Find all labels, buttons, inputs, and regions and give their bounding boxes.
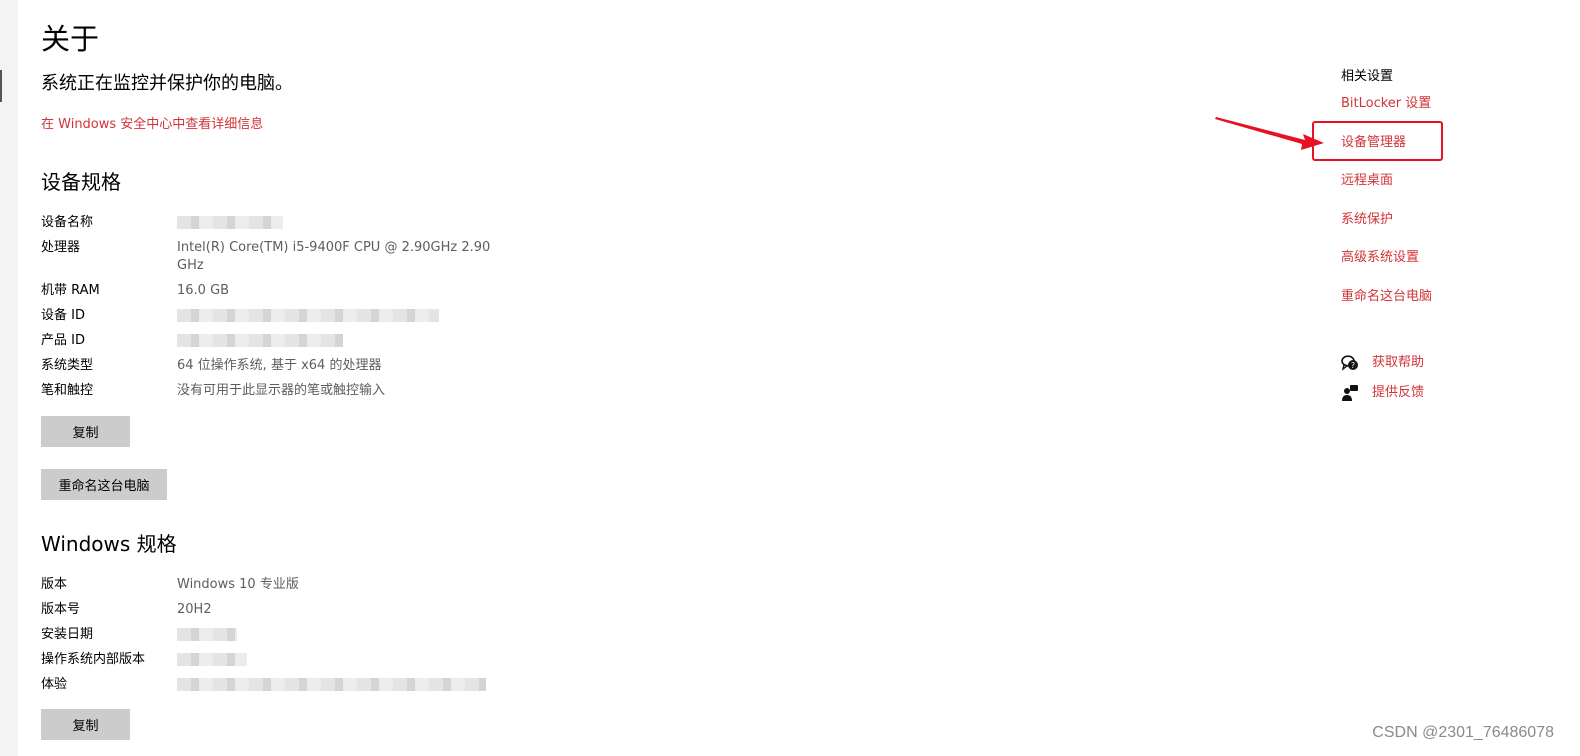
watermark-text: CSDN @2301_76486078 (1372, 724, 1554, 741)
spec-value-redacted (177, 214, 487, 232)
spec-label: 系统类型 (41, 358, 94, 373)
rename-this-pc-link[interactable]: 重命名这台电脑 (1341, 288, 1432, 306)
spec-value: 16.0 GB (177, 283, 230, 298)
spec-label: 笔和触控 (41, 383, 94, 398)
chat-help-icon: ? (1341, 355, 1358, 371)
spec-value: Windows 10 专业版 (177, 577, 299, 592)
rename-pc-button[interactable]: 重命名这台电脑 (41, 469, 167, 500)
spec-label: 产品 ID (41, 333, 85, 348)
spec-label: 体验 (41, 677, 68, 692)
advanced-system-settings-link[interactable]: 高级系统设置 (1341, 249, 1419, 267)
spec-value: Intel(R) Core(TM) i5-9400F CPU @ 2.90GHz… (177, 240, 491, 273)
spec-label: 安装日期 (41, 627, 94, 642)
remote-desktop-link[interactable]: 远程桌面 (1341, 172, 1393, 190)
security-center-link[interactable]: 在 Windows 安全中心中查看详细信息 (41, 116, 263, 134)
copy-device-specs-button[interactable]: 复制 (41, 416, 130, 447)
copy-windows-specs-button[interactable]: 复制 (41, 709, 130, 740)
page-title: 关于 (41, 22, 100, 56)
spec-label: 版本 (41, 577, 68, 592)
feedback-person-icon (1342, 385, 1358, 401)
spec-label: 版本号 (41, 602, 81, 617)
spec-value: 64 位操作系统, 基于 x64 的处理器 (177, 358, 382, 373)
spec-value: 没有可用于此显示器的笔或触控输入 (177, 383, 386, 398)
spec-value-redacted (177, 676, 487, 694)
device-specs-heading: 设备规格 (41, 170, 121, 194)
get-help-link[interactable]: 获取帮助 (1372, 354, 1424, 372)
svg-text:?: ? (1351, 361, 1355, 370)
nav-pane-edge (0, 0, 18, 756)
spec-value-redacted (177, 626, 487, 644)
spec-value-redacted (177, 307, 487, 325)
spec-label: 处理器 (41, 240, 81, 255)
windows-specs-heading: Windows 规格 (41, 532, 177, 556)
feedback-link[interactable]: 提供反馈 (1372, 384, 1424, 402)
nav-selection-indicator (0, 70, 2, 102)
bitlocker-settings-link[interactable]: BitLocker 设置 (1341, 95, 1431, 113)
system-protection-link[interactable]: 系统保护 (1341, 211, 1393, 229)
spec-label: 操作系统内部版本 (41, 652, 146, 667)
related-settings-heading: 相关设置 (1341, 69, 1394, 84)
spec-value-redacted (177, 332, 487, 350)
spec-label: 机带 RAM (41, 283, 100, 298)
spec-value: 20H2 (177, 602, 212, 617)
spec-value-redacted (177, 651, 487, 669)
spec-label: 设备 ID (41, 308, 85, 323)
protection-status-text: 系统正在监控并保护你的电脑。 (41, 73, 293, 94)
annotation-highlight-box (1312, 121, 1443, 161)
spec-label: 设备名称 (41, 215, 94, 230)
